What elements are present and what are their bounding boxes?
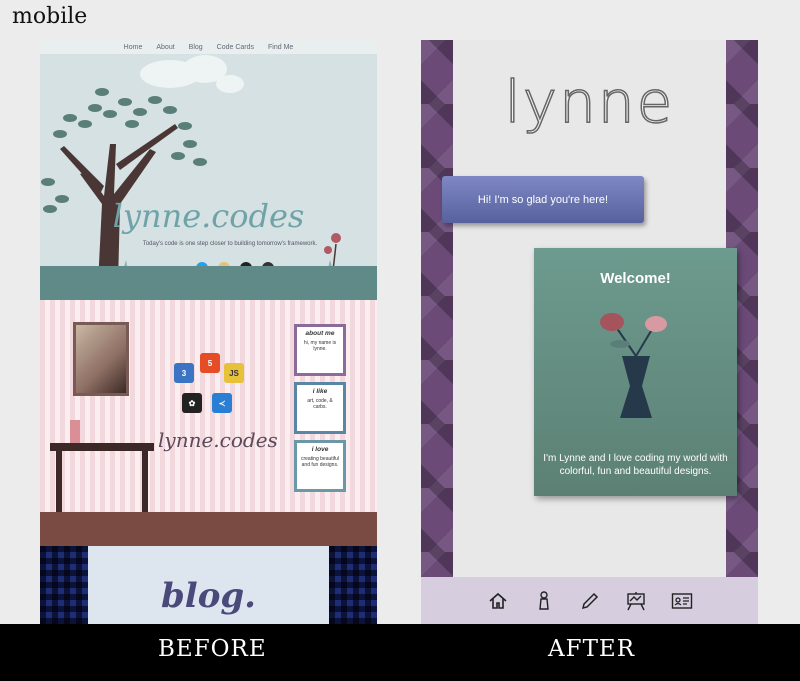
- bottom-tab-bar: [421, 577, 758, 624]
- nav-bar: Home About Blog Code Cards Find Me: [40, 40, 377, 54]
- person-icon[interactable]: [532, 589, 556, 613]
- room-title: lynne.codes: [158, 428, 278, 452]
- hero-ground: [40, 266, 377, 300]
- hero-section: lynne.codes Today's code is one step clo…: [40, 54, 377, 300]
- contact-card-icon[interactable]: [670, 589, 694, 613]
- table-leg: [56, 451, 62, 521]
- css3-icon: 3: [174, 363, 194, 383]
- hero-subtitle: Today's code is one step closer to build…: [142, 241, 318, 247]
- pencil-icon[interactable]: [578, 589, 602, 613]
- html5-icon: 5: [200, 353, 220, 373]
- nav-find-me[interactable]: Find Me: [268, 44, 293, 51]
- room-floor: [40, 512, 377, 546]
- home-icon[interactable]: [486, 589, 510, 613]
- plaid-panel-left: [40, 546, 88, 624]
- argyle-border-left: [421, 40, 453, 577]
- caption-bar: [0, 624, 800, 681]
- easel-icon[interactable]: [624, 589, 648, 613]
- flower-vase-illustration: [600, 313, 667, 418]
- before-caption: BEFORE: [158, 636, 267, 662]
- nav-home[interactable]: Home: [124, 44, 143, 51]
- plaid-panel-right: [329, 546, 377, 624]
- after-screenshot: lynne Hi! I'm so glad you're here! Welco…: [421, 40, 758, 624]
- card-i-love: i love creating beautiful and fun design…: [294, 440, 346, 492]
- welcome-card: Welcome! I'm Lynne and I love coding my …: [534, 248, 737, 496]
- table-leg: [142, 451, 148, 521]
- greeting-banner: Hi! I'm so glad you're here!: [442, 176, 644, 223]
- nav-code-cards[interactable]: Code Cards: [217, 44, 254, 51]
- card-heading: i love: [311, 446, 329, 453]
- after-caption: AFTER: [548, 636, 636, 662]
- card-i-like: i like art, code, & carbs.: [294, 382, 346, 434]
- nav-blog[interactable]: Blog: [189, 44, 203, 51]
- profile-photo: [73, 322, 129, 396]
- vscode-icon: ≺: [212, 393, 232, 413]
- card-heading: about me: [305, 330, 335, 337]
- page-caption: mobile: [12, 4, 88, 29]
- blog-title: blog.: [161, 576, 256, 616]
- figma-icon: ✿: [182, 393, 202, 413]
- welcome-text: I'm Lynne and I love coding my world wit…: [543, 453, 728, 477]
- card-heading: i like: [312, 388, 328, 395]
- hero-title: lynne.codes: [112, 197, 305, 235]
- before-screenshot: Home About Blog Code Cards Find Me lynne…: [40, 40, 377, 624]
- nav-about[interactable]: About: [156, 44, 174, 51]
- vase-icon: [70, 420, 80, 443]
- card-text: art, code, & carbs.: [307, 398, 333, 410]
- card-text: creating beautiful and fun designs.: [300, 456, 340, 468]
- card-text: hi, my name is lynne.: [303, 340, 337, 352]
- javascript-icon: JS: [224, 363, 244, 383]
- card-about-me: about me hi, my name is lynne.: [294, 324, 346, 376]
- side-table: [50, 443, 154, 451]
- welcome-heading: Welcome!: [600, 270, 671, 287]
- site-title: lynne: [504, 67, 675, 137]
